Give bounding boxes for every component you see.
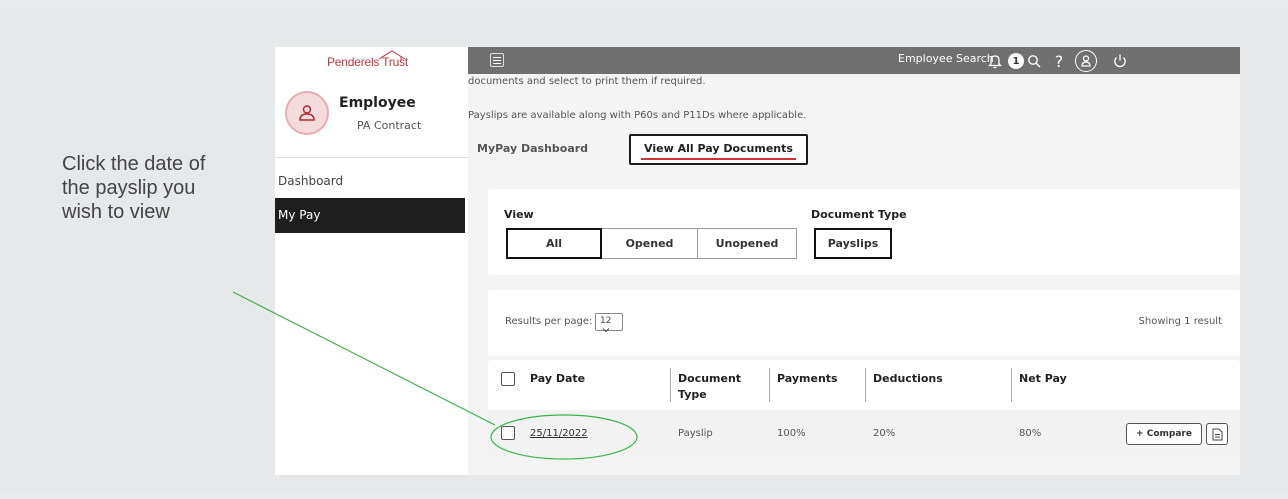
active-tab-underline: [641, 158, 796, 160]
document-type-payslips-button[interactable]: Payslips: [814, 228, 892, 259]
row-checkbox[interactable]: [501, 426, 515, 440]
payments-cell: 100%: [777, 428, 806, 439]
sidebar-item-my-pay[interactable]: My Pay: [275, 198, 465, 233]
results-count: Showing 1 result: [1138, 316, 1222, 327]
view-all-button[interactable]: All: [506, 228, 602, 259]
chevron-down-icon: [602, 328, 610, 333]
notification-badge[interactable]: 1: [1008, 53, 1024, 69]
sidebar-item-dashboard[interactable]: Dashboard: [278, 174, 343, 188]
view-filter-label: View: [504, 208, 534, 221]
column-header-deductions[interactable]: Deductions: [873, 371, 943, 387]
view-unopened-button[interactable]: Unopened: [698, 228, 797, 259]
deductions-cell: 20%: [873, 428, 896, 439]
results-per-page-label: Results per page:: [505, 316, 593, 327]
table-header: Pay Date Document Type Payments Deductio…: [488, 360, 1240, 410]
search-icon[interactable]: [1024, 50, 1044, 72]
column-header-pay-date[interactable]: Pay Date: [530, 371, 585, 387]
results-per-page-value: 12: [600, 316, 612, 326]
tab-mypay-dashboard[interactable]: MyPay Dashboard: [477, 142, 588, 155]
sidebar-divider: [275, 157, 468, 158]
user-card: Employee PA Contract: [285, 91, 465, 143]
brand-logo: Penderels Trust: [327, 50, 408, 69]
intro-text-line-1: documents and select to print them if re…: [468, 76, 706, 87]
logo-roof-icon: [378, 50, 406, 61]
results-panel: Results per page: 12 Showing 1 result: [488, 290, 1240, 356]
help-icon[interactable]: ?: [1051, 50, 1067, 72]
view-opened-button[interactable]: Opened: [602, 228, 698, 259]
column-separator: [865, 368, 866, 402]
employee-search-link[interactable]: Employee Search: [898, 52, 994, 65]
app-window: Penderels Trust Employee PA Contract Das…: [275, 47, 1240, 475]
profile-icon[interactable]: [1075, 50, 1097, 72]
table-row: 25/11/2022 Payslip 100% 20% 80% + Compar…: [488, 410, 1240, 458]
power-icon[interactable]: [1110, 50, 1130, 72]
tab-view-all-pay-documents[interactable]: View All Pay Documents: [629, 134, 808, 165]
document-icon[interactable]: [1206, 423, 1228, 445]
sidebar: Penderels Trust Employee PA Contract Das…: [275, 47, 468, 475]
select-all-checkbox[interactable]: [501, 372, 515, 386]
pay-date-link[interactable]: 25/11/2022: [530, 428, 588, 439]
column-header-document-type[interactable]: Document Type: [678, 371, 748, 403]
column-separator: [769, 368, 770, 402]
results-per-page-select[interactable]: 12: [595, 313, 623, 333]
top-bar: Employee Search 1 ?: [468, 47, 1240, 74]
column-header-net-pay[interactable]: Net Pay: [1019, 371, 1067, 387]
filter-panel: View All Opened Unopened Document Type P…: [488, 189, 1240, 275]
intro-text-line-2: Payslips are available along with P60s a…: [468, 110, 807, 121]
document-type-cell: Payslip: [678, 428, 713, 439]
tab-view-all-pay-documents-label: View All Pay Documents: [644, 142, 793, 155]
column-separator: [670, 368, 671, 402]
compare-button[interactable]: + Compare: [1126, 423, 1202, 445]
user-avatar-icon[interactable]: [285, 91, 329, 135]
user-role: PA Contract: [357, 119, 422, 132]
annotation-instruction: Click the date of the payslip you wish t…: [62, 153, 206, 223]
column-header-payments[interactable]: Payments: [777, 371, 838, 387]
menu-icon[interactable]: [490, 53, 504, 67]
bell-icon[interactable]: [985, 50, 1005, 72]
main-content: Employee Search 1 ? documents and select…: [468, 47, 1240, 475]
net-pay-cell: 80%: [1019, 428, 1042, 439]
user-name: Employee: [339, 95, 416, 111]
column-separator: [1011, 368, 1012, 402]
document-type-label: Document Type: [811, 208, 907, 221]
